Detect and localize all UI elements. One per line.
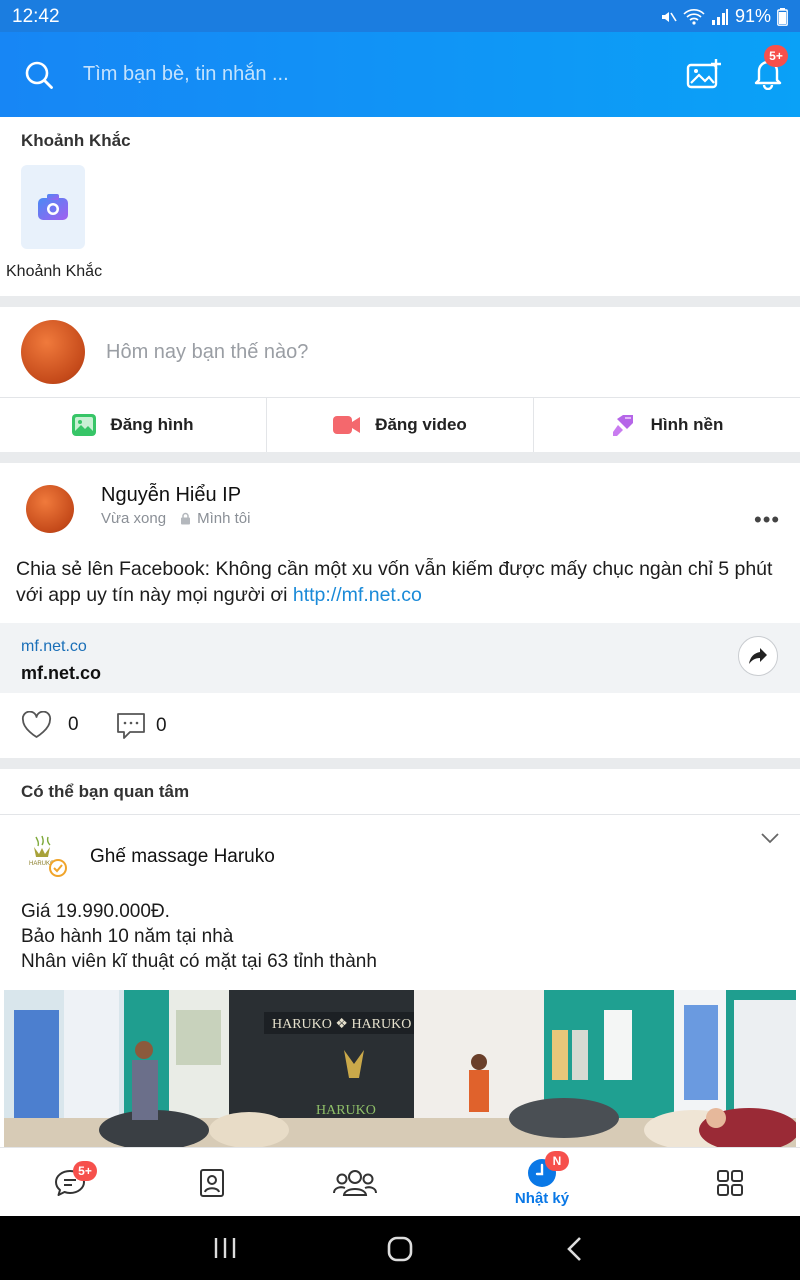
group-icon [333,1169,377,1196]
post-video-label: Đăng video [375,415,467,434]
moments-section: Khoảnh Khắc Khoảnh Khắc [0,117,800,296]
post-photo-button[interactable]: Đăng hình [0,398,267,452]
ad-line: Bảo hành 10 năm tại nhà [21,926,234,947]
notification-badge: 5+ [764,45,788,67]
tab-groups[interactable] [320,1148,390,1217]
image-icon [72,414,97,436]
link-preview[interactable]: mf.net.co mf.net.co [0,623,800,693]
battery-icon [777,7,788,26]
status-composer: Hôm nay bạn thế nào? Đăng hình Đăng vide… [0,307,800,452]
wifi-icon [683,8,705,25]
avatar[interactable] [26,485,74,533]
system-navigation-bar [0,1216,800,1280]
ad-line: Nhân viên kĩ thuật có mặt tại 63 tỉnh th… [21,951,377,972]
post-meta: Vừa xong Mình tôi [101,510,250,527]
tab-diary[interactable]: Nhật ký [500,1148,584,1217]
mute-icon [661,11,677,22]
heart-icon [21,711,52,738]
camera-icon [38,194,68,220]
ad-advertiser-name[interactable]: Ghế massage Haruko [90,846,275,868]
chevron-down-icon[interactable] [760,831,780,845]
showroom-logo-text: HARUKO [316,1103,376,1118]
suggested-ad-post: HARUKO Ghế massage Haruko Giá 19.990.000… [0,815,800,1147]
post-video-button[interactable]: Đăng video [267,398,534,452]
signal-icon [711,8,728,25]
back-icon[interactable] [565,1236,585,1262]
ad-line: Giá 19.990.000Đ. [21,901,170,922]
contacts-icon [200,1168,224,1197]
brush-icon [612,415,633,436]
moments-tile-caption: Khoảnh Khắc [6,263,103,280]
diary-badge: N [545,1151,569,1171]
haruko-logo[interactable]: HARUKO [26,835,70,879]
post-link[interactable]: http://mf.net.co [293,584,422,606]
battery-percent: 91% [734,6,771,26]
post-author[interactable]: Nguyễn Hiểu IP [101,484,241,507]
lock-icon [181,512,191,525]
bottom-navigation: 5+ Nhật ký N [0,1147,800,1216]
tab-messages[interactable] [40,1148,100,1217]
like-button[interactable]: 0 [21,711,79,739]
link-preview-title: mf.net.co [21,663,102,683]
recent-apps-icon[interactable] [213,1236,237,1260]
comment-icon [117,713,145,739]
link-preview-domain: mf.net.co [21,638,87,655]
top-header: Tìm bạn bè, tin nhắn ... 5+ [0,32,800,117]
status-prompt-input[interactable]: Hôm nay bạn thế nào? [106,341,308,364]
video-icon [333,416,361,434]
status-time: 12:42 [12,6,60,27]
share-arrow-icon [749,648,767,664]
tab-diary-label: Nhật ký [514,1190,570,1207]
showroom-photo: HARUKO ❖ HARUKO HARUKO [4,990,796,1147]
post-privacy: Mình tôi [197,510,251,527]
status-indicators: 91% [659,6,788,27]
suggestions-header: Có thể bạn quan tâm [0,769,800,815]
wallpaper-label: Hình nền [650,415,724,434]
grid-icon [717,1169,743,1196]
moments-create-tile[interactable] [21,165,85,249]
ad-image[interactable]: HARUKO ❖ HARUKO HARUKO [4,990,796,1147]
status-bar: 12:42 91% [0,0,800,32]
tab-contacts[interactable] [182,1148,242,1217]
comment-button[interactable]: 0 [116,711,167,741]
add-photo-icon[interactable] [686,57,722,89]
share-button[interactable] [738,636,778,676]
search-icon[interactable] [24,60,54,90]
post-reactions: 0 0 [0,703,800,753]
like-count: 0 [68,714,79,735]
tab-more[interactable] [700,1148,760,1217]
more-options-icon[interactable]: ••• [754,507,780,533]
composer-actions: Đăng hình Đăng video Hình nền [0,397,800,452]
messages-badge: 5+ [73,1161,97,1181]
showroom-sign: HARUKO ❖ HARUKO [272,1017,411,1032]
search-input[interactable]: Tìm bạn bè, tin nhắn ... [83,63,289,86]
moments-title: Khoảnh Khắc [21,131,131,150]
avatar[interactable] [21,320,85,384]
home-icon[interactable] [387,1236,413,1262]
wallpaper-button[interactable]: Hình nền [534,398,800,452]
comment-count: 0 [156,715,167,736]
post-text: Chia sẻ lên Facebook: Không cần một xu v… [16,556,791,608]
post-photo-label: Đăng hình [110,415,194,434]
post-time: Vừa xong [101,510,167,527]
ad-text: Giá 19.990.000Đ. Bảo hành 10 năm tại nhà… [21,899,377,974]
feed-post: Nguyễn Hiểu IP Vừa xong Mình tôi ••• Chi… [0,463,800,758]
suggestions-title: Có thể bạn quan tâm [21,782,190,801]
